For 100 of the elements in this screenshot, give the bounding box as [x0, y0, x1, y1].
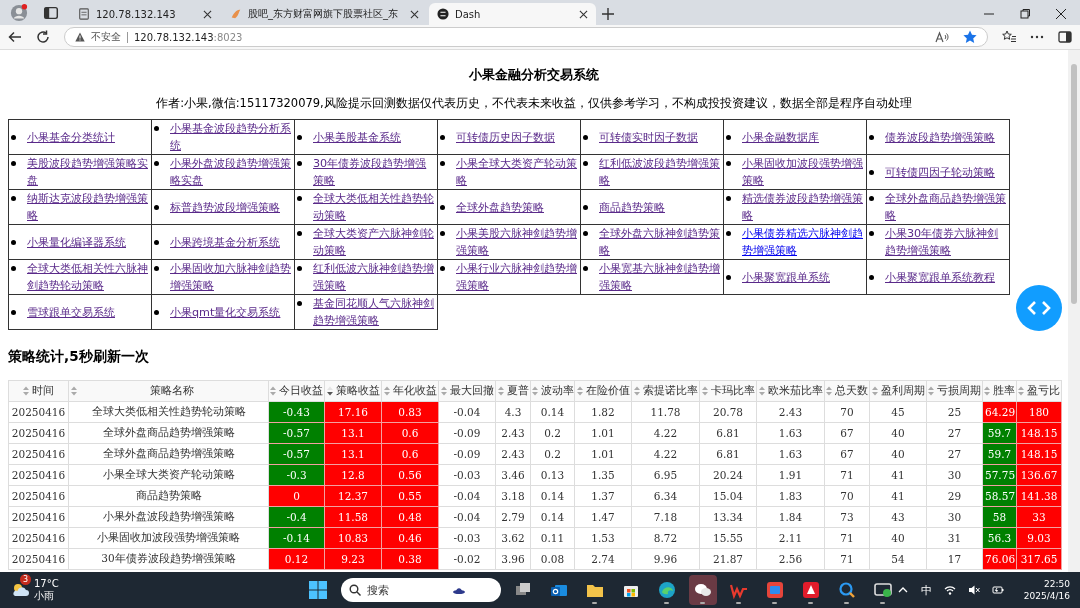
- column-header[interactable]: 策略收益: [324, 380, 382, 402]
- nav-link[interactable]: 小果美股六脉神剑趋势增强策略: [456, 225, 578, 259]
- nav-link[interactable]: 小果跨境基金分析系统: [170, 233, 280, 251]
- wifi-icon[interactable]: [943, 584, 956, 596]
- column-header[interactable]: 夏普: [495, 380, 531, 402]
- column-header[interactable]: 胜率: [982, 380, 1017, 402]
- nav-link[interactable]: 小果宽基六脉神剑趋势增强策略: [599, 260, 721, 294]
- start-icon[interactable]: [308, 581, 327, 599]
- column-header[interactable]: 策略名称: [68, 380, 269, 402]
- table-cell: 0.2: [530, 443, 575, 465]
- column-header[interactable]: 欧米茄比率: [756, 380, 825, 402]
- nav-link[interactable]: 小果金融数据库: [742, 128, 819, 146]
- input-method[interactable]: 中: [920, 582, 932, 598]
- muted-speaker-icon[interactable]: [967, 584, 980, 596]
- browser-tab[interactable]: 120.78.132.143: [70, 3, 220, 25]
- nav-link[interactable]: 可转债四因子轮动策略: [885, 163, 995, 181]
- sort-icon[interactable]: [326, 386, 333, 396]
- reload-icon[interactable]: [36, 30, 50, 44]
- address-field[interactable]: 不安全 120.78.132.143:8023: [64, 27, 988, 47]
- column-header[interactable]: 时间: [8, 380, 69, 402]
- nav-link[interactable]: 全球外盘商品趋势增强策略: [885, 190, 1007, 224]
- favorites-icon[interactable]: [1002, 30, 1016, 44]
- browser-tab[interactable]: Dash: [429, 3, 596, 25]
- column-header[interactable]: 今日收益: [268, 380, 325, 402]
- read-aloud-icon[interactable]: [935, 30, 949, 44]
- nav-link[interactable]: 小果聚宽跟单系统: [742, 268, 830, 286]
- nav-link[interactable]: 小果美股基金系统: [313, 128, 401, 146]
- nav-link[interactable]: 红利低波波段趋势增强策略: [599, 155, 721, 189]
- header-label: 欧米茄比率: [767, 384, 823, 398]
- battery-icon[interactable]: [991, 584, 1004, 596]
- nav-link[interactable]: 小果固收加六脉神剑趋势增强策略: [170, 260, 292, 294]
- close-icon[interactable]: [579, 9, 588, 19]
- table-cell: 4.22: [631, 443, 700, 465]
- nav-link[interactable]: 债券波段趋势增强策略: [885, 128, 995, 146]
- column-header[interactable]: 卡玛比率: [699, 380, 757, 402]
- clock-time[interactable]: 22:50: [1044, 578, 1070, 590]
- taskbar-app[interactable]: [688, 575, 717, 605]
- table-cell: 54: [869, 548, 927, 570]
- nav-link[interactable]: 全球大类低相关性趋势轮动策略: [313, 190, 435, 224]
- bullet-icon: [440, 134, 445, 140]
- nav-link[interactable]: 标普趋势波段增强策略: [170, 198, 280, 216]
- column-header[interactable]: 亏损周期: [926, 380, 983, 402]
- nav-link[interactable]: 小果外盘波段趋势增强策略实盘: [170, 155, 292, 189]
- restore-icon[interactable]: [1020, 9, 1030, 19]
- column-header[interactable]: 总天数: [824, 380, 870, 402]
- nav-link[interactable]: 小果全球大类资产轮动策略: [456, 155, 578, 189]
- table-cell: 30: [926, 464, 983, 486]
- nav-link[interactable]: 30年债券波段趋势增强策略: [313, 155, 435, 189]
- warning-icon[interactable]: [75, 32, 85, 42]
- column-header[interactable]: 盈亏比: [1016, 380, 1062, 402]
- nav-link[interactable]: 全球大类低相关性六脉神剑趋势轮动策略: [27, 260, 149, 294]
- browser-tab[interactable]: 股吧_东方财富网旗下股票社区_东: [222, 3, 427, 25]
- close-icon[interactable]: [410, 9, 419, 19]
- clock-date[interactable]: 2025/4/16: [1023, 590, 1070, 602]
- search-input[interactable]: 搜索: [366, 584, 447, 596]
- nav-link[interactable]: 可转债实时因子数据: [599, 128, 698, 146]
- tab-strip-icon[interactable]: [42, 4, 60, 22]
- column-header[interactable]: 波动率: [530, 380, 575, 402]
- nav-link[interactable]: 红利低波六脉神剑趋势增强策略: [313, 260, 435, 294]
- close-icon[interactable]: [1056, 9, 1066, 19]
- header-label: 今日收益: [279, 384, 323, 398]
- column-header[interactable]: 在险价值: [574, 380, 632, 402]
- nav-link[interactable]: 小果基金波段趋势分析系统: [170, 120, 292, 154]
- nav-link[interactable]: 小果行业六脉神剑趋势增强策略: [456, 260, 578, 294]
- page-icon: [78, 8, 90, 20]
- nav-link[interactable]: 小果量化编译器系统: [27, 233, 126, 251]
- nav-link[interactable]: 基金同花顺人气六脉神剑趋势增强策略: [313, 295, 435, 329]
- star-icon[interactable]: [963, 30, 977, 44]
- nav-link[interactable]: 纳斯达克波段趋势增强策略: [27, 190, 149, 224]
- nav-link[interactable]: 全球大类资产六脉神剑轮动策略: [313, 225, 435, 259]
- back-icon[interactable]: [8, 30, 22, 44]
- nav-link[interactable]: 商品趋势策略: [599, 198, 665, 216]
- scrollbar[interactable]: [1068, 50, 1080, 572]
- sidebar-icon[interactable]: [1058, 30, 1072, 44]
- column-header[interactable]: 年化收益: [381, 380, 439, 402]
- new-tab-icon[interactable]: [602, 8, 614, 20]
- nav-link[interactable]: 小果聚宽跟单系统教程: [885, 268, 995, 286]
- nav-link[interactable]: 小果基金分类统计: [27, 128, 115, 146]
- nav-link[interactable]: 小果固收加波段强势增强策略: [742, 155, 864, 189]
- column-header[interactable]: 索提诺比率: [631, 380, 700, 402]
- profile-icon[interactable]: [10, 4, 28, 22]
- nav-link[interactable]: 雪球跟单交易系统: [27, 303, 115, 321]
- debug-toggle-button[interactable]: [1016, 285, 1062, 331]
- bullet-icon: [726, 134, 731, 140]
- weather-icon[interactable]: [10, 582, 30, 598]
- search-bar[interactable]: 搜索: [340, 578, 501, 602]
- nav-link[interactable]: 可转债历史因子数据: [456, 128, 555, 146]
- close-icon[interactable]: [203, 9, 212, 19]
- table-cell: 20250416: [8, 527, 69, 549]
- nav-link[interactable]: 小果债券精选六脉神剑趋势增强策略: [742, 225, 864, 259]
- nav-link[interactable]: 全球外盘趋势策略: [456, 198, 544, 216]
- nav-link[interactable]: 精选债券波段趋势增强策略: [742, 190, 864, 224]
- nav-link[interactable]: 小果30年债券六脉神剑趋势增强策略: [885, 225, 1007, 259]
- nav-link[interactable]: 小果qmt量化交易系统: [170, 303, 281, 321]
- table-cell: 1.37: [574, 485, 632, 507]
- screen-icon: [873, 581, 892, 599]
- column-header[interactable]: 最大回撤: [438, 380, 496, 402]
- column-header[interactable]: 盈利周期: [869, 380, 927, 402]
- nav-link[interactable]: 全球外盘六脉神剑趋势策略: [599, 225, 721, 259]
- nav-link[interactable]: 美股波段趋势增强策略实盘: [27, 155, 149, 189]
